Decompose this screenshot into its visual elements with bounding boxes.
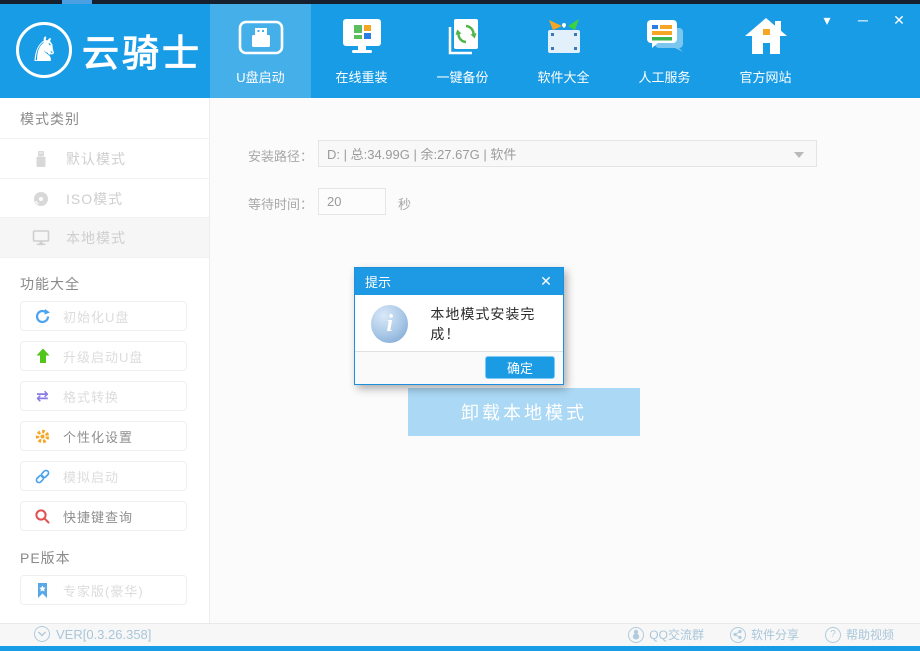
install-path-dropdown[interactable]: D: | 总:34.99G | 余:27.67G | 软件 (318, 140, 817, 167)
footer-link-help-video[interactable]: ? 帮助视频 (824, 626, 894, 643)
nav-label: 人工服务 (638, 70, 691, 85)
knight-on-horse-icon: ♞ (16, 22, 72, 78)
nav-tab-online-reinstall[interactable]: 在线重装 (311, 4, 412, 98)
footer-link-share[interactable]: 软件分享 (729, 626, 799, 643)
up-arrow-icon (34, 348, 51, 365)
official-website-home-icon (744, 16, 788, 58)
sidebar-item-iso-mode[interactable]: ISO模式 (0, 179, 209, 218)
feature-button-label: 快捷键查询 (63, 509, 134, 525)
dialog-close-icon[interactable]: ✕ (537, 272, 555, 290)
footer-link-qq-group[interactable]: QQ交流群 (628, 626, 704, 643)
info-icon: i (371, 305, 409, 343)
sidebar-section-pe-title: PE版本 (20, 550, 71, 566)
sidebar-item-label: 本地模式 (66, 229, 126, 246)
footer-link-label: 帮助视频 (845, 628, 894, 642)
dialog-body: i 本地模式安装完成！ (355, 295, 563, 353)
nav-label: 在线重装 (335, 70, 388, 85)
question-mark-icon: ? (824, 626, 841, 643)
nav-label: 软件大全 (537, 70, 590, 85)
dialog-message: 本地模式安装完成！ (430, 306, 536, 342)
feature-button-upgrade-usb[interactable]: 升级启动U盘 (20, 341, 187, 371)
nav-tab-customer-service[interactable]: 人工服务 (614, 4, 715, 98)
chevron-down-circle-icon (34, 626, 50, 642)
version-text: VER[0.3.26.358] (56, 626, 152, 642)
usb-drive-icon (32, 150, 50, 168)
uninstall-local-mode-button[interactable]: 卸载本地模式 (408, 388, 640, 436)
wait-time-label: 等待时间： (248, 197, 314, 212)
app-logo: ♞ 云骑士 (16, 22, 202, 78)
header-bar: ♞ 云骑士 U盘启动 在线重装 一键备份 软件大全 人工服务 官方网站 ▾ ─ … (0, 4, 920, 98)
chevron-down-icon (794, 152, 804, 158)
feature-button-label: 个性化设置 (63, 429, 134, 445)
bookmark-icon (34, 582, 51, 599)
feature-button-hotkey-query[interactable]: 快捷键查询 (20, 501, 187, 531)
nav-label: U盘启动 (236, 70, 285, 85)
feature-button-label: 升级启动U盘 (63, 349, 144, 365)
sidebar-item-label: 默认模式 (66, 150, 126, 167)
sidebar-item-label: ISO模式 (66, 190, 124, 207)
footer-bar: VER[0.3.26.358] QQ交流群 软件分享 ? 帮助视频 (0, 623, 920, 646)
nav-tab-one-key-backup[interactable]: 一键备份 (412, 4, 513, 98)
alert-dialog: 提示 ✕ i 本地模式安装完成！ 确定 (354, 267, 564, 385)
software-collection-box-icon (541, 16, 587, 58)
gear-icon (34, 428, 51, 445)
dialog-titlebar[interactable]: 提示 ✕ (355, 268, 563, 295)
version-indicator[interactable]: VER[0.3.26.358] (34, 626, 151, 642)
search-icon (34, 508, 51, 525)
feature-button-simulate-boot[interactable]: 模拟启动 (20, 461, 187, 491)
nav-tab-official-website[interactable]: 官方网站 (715, 4, 816, 98)
main-nav: U盘启动 在线重装 一键备份 软件大全 人工服务 官方网站 (210, 4, 816, 98)
install-path-label: 安装路径： (248, 149, 314, 164)
share-icon (729, 626, 746, 643)
link-icon (34, 468, 51, 485)
window-close-button[interactable]: ✕ (888, 10, 910, 30)
footer-links: QQ交流群 软件分享 ? 帮助视频 (628, 626, 894, 643)
feature-button-format-convert[interactable]: ⇄ 格式转换 (20, 381, 187, 411)
window-minimize-button[interactable]: ─ (852, 10, 874, 30)
usb-boot-icon (238, 16, 284, 58)
footer-link-label: 软件分享 (750, 628, 799, 642)
refresh-icon (34, 308, 51, 325)
disc-icon (32, 190, 50, 208)
feature-button-label: 格式转换 (63, 389, 120, 405)
sidebar-section-mode-title: 模式类别 (20, 111, 80, 127)
feature-button-init-usb[interactable]: 初始化U盘 (20, 301, 187, 331)
nav-label: 一键备份 (436, 70, 489, 85)
feature-button-label: 模拟启动 (63, 469, 120, 485)
sidebar-section-features-title: 功能大全 (20, 276, 80, 292)
brand-name: 云骑士 (82, 33, 202, 74)
footer-link-label: QQ交流群 (649, 628, 704, 642)
divider (0, 257, 209, 258)
install-path-value: D: | 总:34.99G | 余:27.67G | 软件 (327, 147, 517, 162)
monitor-icon (32, 229, 50, 247)
wait-time-input[interactable] (318, 188, 386, 215)
window-dropdown-button[interactable]: ▾ (816, 10, 838, 30)
main-content: 安装路径： D: | 总:34.99G | 余:27.67G | 软件 等待时间… (210, 98, 920, 623)
nav-tab-usb-boot[interactable]: U盘启动 (210, 4, 311, 98)
sidebar: 模式类别 默认模式 ISO模式 本地模式 功能大全 初始化U盘 升级启动U盘 ⇄… (0, 98, 210, 623)
pe-version-label: 专家版(豪华) (63, 583, 144, 599)
dialog-title: 提示 (365, 275, 392, 290)
wait-time-unit: 秒 (398, 197, 412, 212)
bottom-accent-strip (0, 646, 920, 651)
transfer-arrows-icon: ⇄ (36, 387, 49, 405)
nav-tab-software-collection[interactable]: 软件大全 (513, 4, 614, 98)
sidebar-item-local-mode[interactable]: 本地模式 (0, 218, 209, 257)
online-reinstall-monitor-icon (339, 16, 385, 58)
nav-label: 官方网站 (739, 70, 792, 85)
sidebar-item-default-mode[interactable]: 默认模式 (0, 139, 209, 178)
pe-version-button-expert[interactable]: 专家版(豪华) (20, 575, 187, 605)
one-key-backup-icon (441, 16, 485, 58)
dialog-footer: 确定 (355, 351, 563, 384)
dialog-ok-button[interactable]: 确定 (485, 356, 555, 379)
qq-penguin-icon (628, 626, 645, 643)
feature-button-personalize[interactable]: 个性化设置 (20, 421, 187, 451)
window-controls: ▾ ─ ✕ (816, 10, 910, 30)
feature-button-label: 初始化U盘 (63, 309, 130, 325)
customer-service-chat-icon (643, 16, 687, 58)
